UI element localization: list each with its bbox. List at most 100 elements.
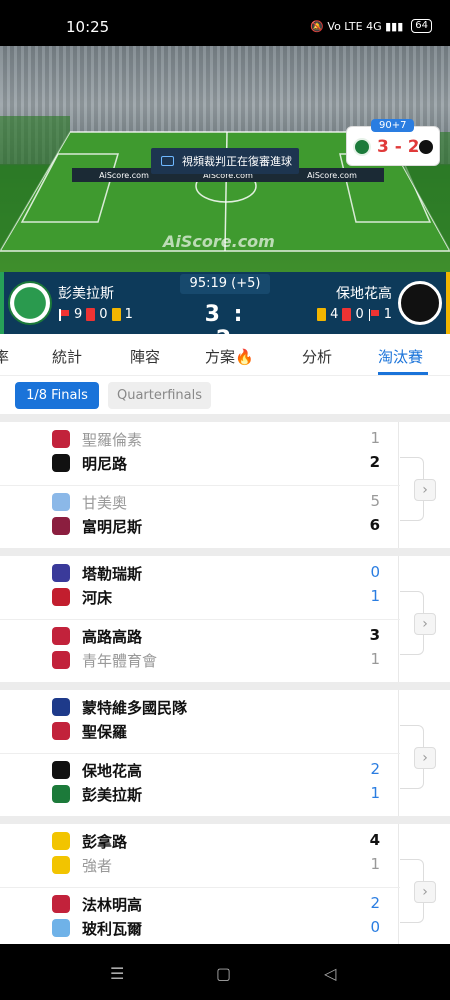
team-score: 1: [370, 429, 380, 447]
bracket-team-row[interactable]: 高路高路 3: [50, 624, 380, 648]
team-score: 1: [370, 855, 380, 873]
signal-icons: 🔕 Vo LTE 4G ▮▮▮: [310, 19, 404, 33]
team-name: 塔勒瑞斯: [82, 565, 143, 583]
bracket-team-row[interactable]: 彭拿路 4: [50, 829, 380, 853]
video-icon: [161, 156, 174, 166]
botafogo-crest-icon: [417, 138, 435, 156]
round-pill-quarterfinals[interactable]: Quarterfinals: [108, 382, 211, 409]
team-logo-icon: [52, 454, 70, 472]
home-stats: 9 0 1: [58, 307, 133, 322]
bracket-team-row[interactable]: 彭美拉斯 1: [50, 782, 380, 806]
bracket-team-row[interactable]: 玻利瓦爾 0: [50, 916, 380, 940]
tab-knockout[interactable]: 淘汰賽: [378, 346, 423, 367]
bracket-team-row[interactable]: 聖羅倫素 1: [50, 427, 380, 451]
team-name: 高路高路: [82, 628, 143, 646]
team-score: 1: [370, 784, 380, 802]
team-name: 明尼路: [82, 455, 128, 473]
red-card-icon: [342, 308, 352, 321]
team-score: 6: [369, 516, 380, 534]
bracket-team-row[interactable]: 富明尼斯 6: [50, 514, 380, 538]
yellow-card-icon: [317, 308, 327, 321]
bracket-team-row[interactable]: 保地花高 2: [50, 758, 380, 782]
team-logo-icon: [52, 919, 70, 937]
team-logo-icon: [52, 517, 70, 535]
match-separator: [0, 753, 400, 754]
palmeiras-crest-icon: [353, 138, 371, 156]
team-score: 0: [370, 918, 380, 936]
team-score: 5: [370, 492, 380, 510]
team-logo-icon: [52, 832, 70, 850]
home-team-name[interactable]: 彭美拉斯: [58, 283, 114, 303]
team-name: 玻利瓦爾: [82, 920, 143, 938]
match-field-animation[interactable]: AiScore.com AiScore.com AiScore.com 視頻裁判…: [0, 46, 450, 272]
away-stats: 4 0 1: [317, 307, 392, 322]
match-separator: [0, 887, 400, 888]
bracket-team-row[interactable]: 蒙特維多國民隊: [50, 695, 380, 719]
next-round-arrow-button[interactable]: ›: [414, 613, 436, 635]
team-score: 3: [369, 626, 380, 644]
bracket-team-row[interactable]: 甘美奧 5: [50, 490, 380, 514]
tab-tips[interactable]: 方案🔥: [205, 346, 254, 367]
active-tab-indicator: [378, 372, 428, 375]
round-pill-1-8-finals[interactable]: 1/8 Finals: [15, 382, 99, 409]
corner-flag-icon: [368, 308, 380, 321]
team-score: 1: [370, 650, 380, 668]
back-icon[interactable]: ◁: [324, 964, 336, 983]
team-logo-icon: [52, 588, 70, 606]
tab-stats[interactable]: 統計: [52, 346, 82, 367]
bracket-team-row[interactable]: 法林明高 2: [50, 892, 380, 916]
away-corners: 1: [383, 307, 392, 322]
next-round-arrow-button[interactable]: ›: [414, 479, 436, 501]
away-yellow-cards: 4: [330, 307, 339, 322]
match-separator: [0, 619, 400, 620]
bracket-divider: [0, 816, 450, 824]
home-icon[interactable]: ▢: [216, 964, 231, 983]
team-name: 強者: [82, 857, 113, 875]
field-watermark: AiScore.com: [163, 232, 275, 251]
team-name: 彭拿路: [82, 833, 128, 851]
menu-icon[interactable]: ☰: [110, 964, 124, 983]
ad-board: AiScore.com: [99, 170, 149, 180]
bracket-divider: [0, 682, 450, 690]
team-score: 2: [370, 894, 380, 912]
team-name: 聖羅倫素: [82, 431, 143, 449]
bracket-team-row[interactable]: 塔勒瑞斯 0: [50, 561, 380, 585]
tab-lineup[interactable]: 陣容: [130, 346, 160, 367]
bracket-team-row[interactable]: 河床 1: [50, 585, 380, 609]
clock-time: 10:25: [66, 18, 110, 36]
match-clock: 95:19 (+5): [180, 274, 270, 294]
team-name: 保地花高: [82, 762, 143, 780]
tab-odds[interactable]: 率: [0, 346, 9, 367]
home-team-crest-icon[interactable]: [8, 281, 52, 325]
bracket-team-row[interactable]: 明尼路 2: [50, 451, 380, 475]
next-round-arrow-button[interactable]: ›: [414, 747, 436, 769]
match-tabs: 率 統計 陣容 方案🔥 分析 淘汰賽: [0, 334, 450, 376]
team-name: 法林明高: [82, 896, 143, 914]
team-logo-icon: [52, 564, 70, 582]
bracket-team-row[interactable]: 強者 1: [50, 853, 380, 877]
bracket-divider: [0, 548, 450, 556]
status-bar: 10:25 🔕 Vo LTE 4G ▮▮▮ 64: [0, 0, 450, 46]
away-team-name[interactable]: 保地花高: [336, 283, 392, 303]
team-name: 彭美拉斯: [82, 786, 143, 804]
team-score: 1: [370, 587, 380, 605]
bracket-team-row[interactable]: 青年體育會 1: [50, 648, 380, 672]
team-score: 0: [370, 563, 380, 581]
home-red-cards: 0: [99, 307, 108, 322]
team-name: 聖保羅: [82, 723, 128, 741]
team-score: 2: [369, 453, 380, 471]
bracket-team-row[interactable]: 聖保羅: [50, 719, 380, 743]
mini-scoreboard[interactable]: 90+7 3 - 2: [346, 119, 440, 166]
scoreboard: 彭美拉斯 95:19 (+5) 保地花高 9 0 1 3 : 2 4 0 1: [0, 272, 450, 352]
team-score: 4: [369, 831, 380, 849]
away-team-crest-icon[interactable]: [398, 281, 442, 325]
tab-analysis[interactable]: 分析: [302, 346, 332, 367]
ad-board: AiScore.com: [307, 170, 357, 180]
next-round-arrow-button[interactable]: ›: [414, 881, 436, 903]
yellow-card-icon: [111, 308, 121, 321]
system-nav-bar: ☰ ▢ ◁: [0, 944, 450, 1000]
team-logo-icon: [52, 430, 70, 448]
mini-score: 3 - 2: [377, 137, 420, 157]
team-logo-icon: [52, 761, 70, 779]
corner-flag-icon: [58, 308, 70, 321]
